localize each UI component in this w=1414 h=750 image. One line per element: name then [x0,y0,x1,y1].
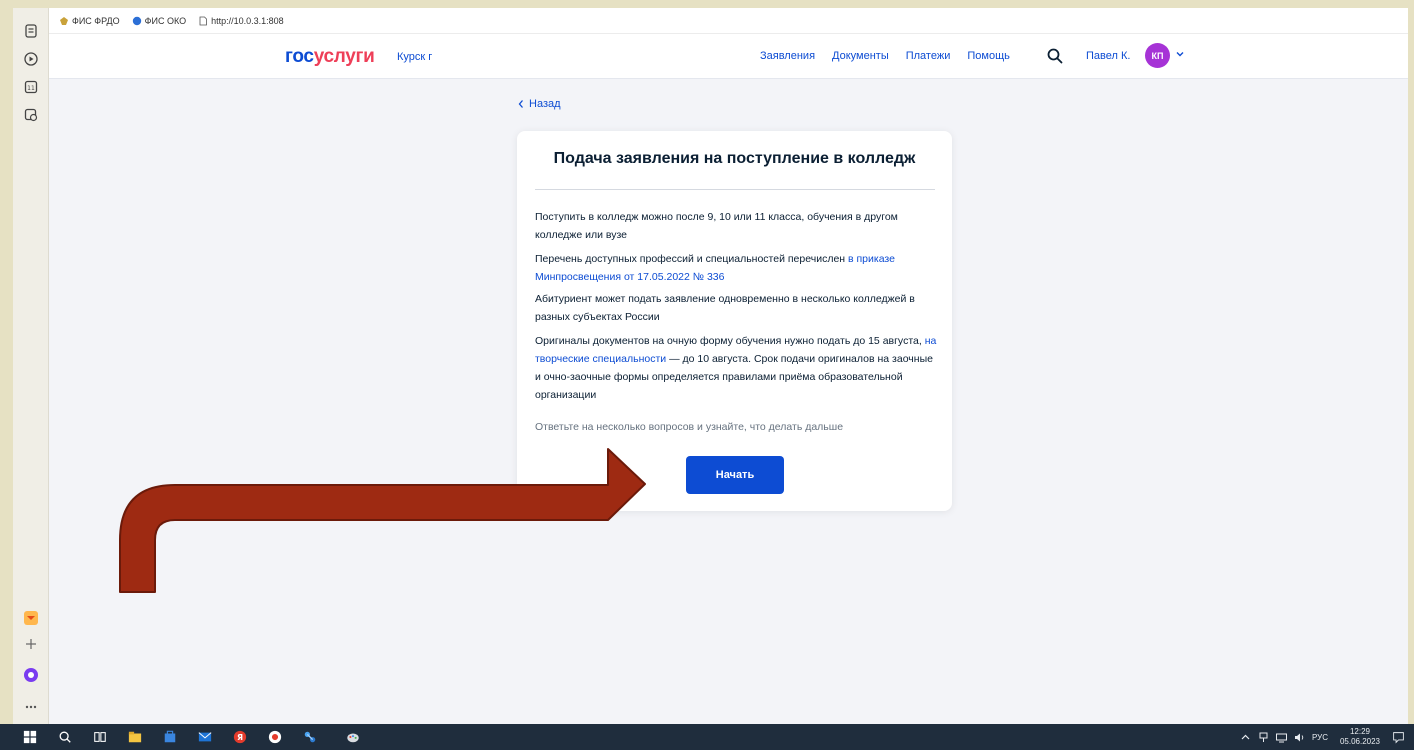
bookmark-fis-oko[interactable]: ФИС ОКО [132,16,186,26]
network-icon[interactable] [1275,731,1288,744]
chevron-left-icon [518,100,523,108]
tabs-icon[interactable] [22,22,40,40]
clock[interactable]: 12:29 05.06.2023 [1338,727,1382,747]
emblem-icon [60,16,68,25]
nav-applications[interactable]: Заявления [760,50,815,62]
bookmark-fis-frdo[interactable]: ФИС ФРДО [59,16,120,26]
nav-documents[interactable]: Документы [832,50,889,62]
screen-frame-left [0,0,13,724]
page-title: Подача заявления на поступление в коллед… [553,150,916,167]
chevron-up-icon[interactable] [1240,732,1251,743]
volume-icon[interactable] [1293,731,1306,744]
back-label: Назад [529,98,561,110]
notifications-icon[interactable] [1390,729,1406,745]
avatar[interactable]: КП [1145,43,1170,68]
chevron-down-icon[interactable] [1175,49,1185,59]
network-app-icon[interactable] [302,729,318,745]
alice-icon[interactable] [22,666,40,684]
browser-side-panel: 11 [13,8,49,724]
bookmarks-bar: ФИС ФРДО ФИС ОКО http://10.0.3.1:808 [49,8,1408,34]
svg-text:11: 11 [27,85,35,92]
main-nav: Заявления Документы Платежи Помощь [760,50,1010,62]
page-icon [199,16,208,25]
search-icon[interactable] [1046,47,1064,65]
site-header: госуслуги Курск г Заявления Документы Пл… [49,34,1408,79]
svg-text:Я: Я [237,733,243,742]
file-explorer-icon[interactable] [127,729,143,745]
calendar-icon[interactable]: 11 [22,78,40,96]
bookmark-label: http://10.0.3.1:808 [211,15,284,26]
start-button[interactable]: Начать [686,456,784,494]
logo-part-gos: гос [285,46,314,67]
back-link[interactable]: Назад [517,98,561,110]
add-icon[interactable] [22,635,40,653]
globe-icon [132,16,141,25]
screen-frame-top [0,0,1414,8]
application-card: Подача заявления на поступление в коллед… [517,131,952,511]
bookmark-local-url[interactable]: http://10.0.3.1:808 [198,16,284,26]
bookmark-label: ФИС ФРДО [72,15,120,26]
task-view-icon[interactable] [92,729,108,745]
windows-start-icon[interactable] [22,729,38,745]
logo-part-uslugi: услуги [313,46,375,67]
info-paragraph-multiple: Абитуриент может подать заявление одновр… [535,293,915,323]
screenshot-icon[interactable] [22,106,40,124]
yandex-browser-icon[interactable]: Я [232,729,248,745]
nav-payments[interactable]: Платежи [906,50,951,62]
usb-icon[interactable] [1257,731,1270,744]
questions-hint: Ответьте на несколько вопросов и узнайте… [535,421,844,433]
title-divider [535,189,935,190]
store-icon[interactable] [162,729,178,745]
info-paragraph-professions: Перечень доступных профессий и специальн… [535,250,940,286]
gosuslugi-logo[interactable]: госуслуги [285,46,375,68]
info-paragraph-eligibility: Поступить в колледж можно после 9, 10 ил… [535,211,898,241]
deadlines-text-a: Оригиналы документов на очную форму обуч… [535,335,925,347]
professions-text: Перечень доступных профессий и специальн… [535,253,848,265]
app-color-icon[interactable] [22,609,40,627]
screen-frame-right [1408,0,1414,724]
nav-help[interactable]: Помощь [967,50,1010,62]
yandex-icon[interactable] [267,729,283,745]
windows-taskbar: Я РУС 12:29 05.06.2023 [0,724,1414,750]
clock-time: 12:29 [1349,727,1371,736]
more-icon[interactable] [22,698,40,716]
info-paragraph-deadlines: Оригиналы документов на очную форму обуч… [535,332,940,404]
bookmark-label: ФИС ОКО [144,15,187,26]
system-tray: РУС [1240,724,1328,750]
play-icon[interactable] [22,50,40,68]
input-language[interactable]: РУС [1312,733,1328,742]
search-icon[interactable] [57,729,73,745]
user-name[interactable]: Павел К. [1086,50,1130,62]
region-selector[interactable]: Курск г [397,51,432,63]
mail-icon[interactable] [197,729,213,745]
paint-icon[interactable] [345,729,361,745]
clock-date: 05.06.2023 [1339,737,1381,746]
